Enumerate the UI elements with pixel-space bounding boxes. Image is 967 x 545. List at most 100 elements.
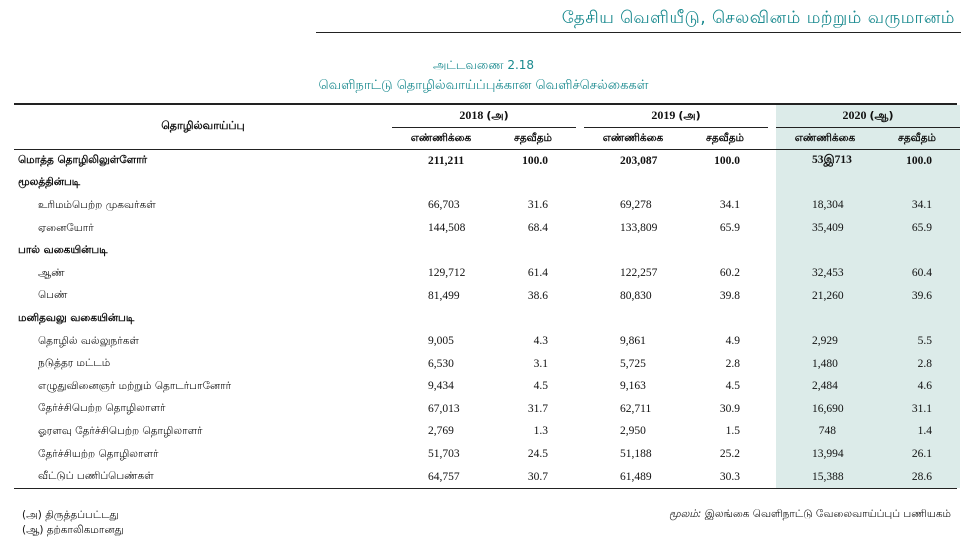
cell-count bbox=[584, 239, 682, 262]
cell-count: 80,830 bbox=[620, 289, 652, 302]
cell-percent: 4.5 bbox=[533, 380, 548, 393]
section-label: பால் வகையின்படி bbox=[18, 244, 108, 257]
table-row: வீட்டுப் பணிப்பெண்கள் 64,757 30.7 61,489 30.… bbox=[14, 465, 960, 488]
cell-percent: 68.4 bbox=[527, 222, 548, 235]
cell-percent: 3.1 bbox=[533, 357, 548, 370]
cell-count: 5,725 bbox=[620, 357, 646, 370]
footnotes: (அ) திருத்தப்பட்டது (ஆ) தற்காலிகமானது bbox=[22, 508, 124, 538]
cell-count: 35,409 bbox=[776, 216, 874, 240]
row-label: எழுதுவினைஞர் மற்றும் தொடர்பானோர் bbox=[38, 379, 232, 392]
year-2020: 2020 bbox=[842, 107, 867, 122]
cell-percent: 31.6 bbox=[527, 199, 548, 212]
cell-percent bbox=[490, 239, 576, 262]
year-header-2020: 2020 (ஆ) bbox=[776, 105, 960, 128]
cell-count: 13,994 bbox=[776, 442, 874, 466]
cell-count bbox=[584, 172, 682, 195]
table-bottom-rule bbox=[14, 487, 957, 489]
cell-count: 69,278 bbox=[620, 199, 652, 212]
table-row: ஆண் 129,712 61.4 122,257 60.2 32,453 60.4 bbox=[14, 261, 960, 285]
subheader-percent-2019: சதவீதம் bbox=[682, 127, 768, 150]
cell-count: 62,711 bbox=[620, 402, 652, 415]
table-row: தேர்ச்சிபெற்ற தொழிலாளர் 67,013 31.7 62,711 3… bbox=[14, 397, 960, 421]
cell-count: 51,188 bbox=[620, 448, 652, 461]
cell-percent: 30.9 bbox=[719, 402, 740, 415]
cell-count: 2,484 bbox=[776, 374, 874, 398]
cell-percent: 39.6 bbox=[874, 284, 960, 308]
cell-count: 61,489 bbox=[620, 470, 652, 483]
year-2018: 2018 bbox=[459, 107, 484, 122]
cell-percent: 31.1 bbox=[874, 397, 960, 421]
cell-count: 67,013 bbox=[428, 402, 460, 415]
cell-percent: 38.6 bbox=[527, 289, 548, 302]
row-label: உரிமம்பெற்ற முகவர்கள் bbox=[38, 198, 156, 211]
cell-percent: 1.5 bbox=[725, 425, 740, 438]
cell-percent: 100.0 bbox=[874, 149, 960, 172]
cell-percent bbox=[682, 307, 768, 330]
cell-percent: 65.9 bbox=[719, 222, 740, 235]
section-row: மூலத்தின்படி bbox=[14, 171, 960, 195]
cell-percent bbox=[874, 171, 960, 195]
table-row: நடுத்தர மட்டம் 6,530 3.1 5,725 2.8 1,480 2.8 bbox=[14, 352, 960, 375]
subheader-count-2018: எண்ணிக்கை bbox=[392, 127, 490, 150]
cell-percent: 4.5 bbox=[725, 380, 740, 393]
cell-count: 211,211 bbox=[428, 154, 465, 167]
cell-count: 203,087 bbox=[620, 154, 658, 167]
cell-percent: 1.4 bbox=[874, 420, 960, 443]
year-2019: 2019 bbox=[651, 107, 676, 122]
cell-percent bbox=[682, 239, 768, 262]
cell-count: 64,757 bbox=[428, 470, 460, 483]
cell-count bbox=[776, 171, 874, 195]
cell-percent: 4.3 bbox=[533, 335, 548, 348]
cell-percent: 39.8 bbox=[719, 289, 740, 302]
cell-count: 32,453 bbox=[776, 261, 874, 285]
chapter-title: தேசிய வெளியீடு, செலவினம் மற்றும் வருமானம… bbox=[561, 8, 955, 28]
row-label: மொத்த தொழிலிலுள்ளோர் bbox=[18, 154, 148, 167]
cell-percent: 61.4 bbox=[527, 267, 548, 280]
cell-count: 16,690 bbox=[776, 397, 874, 421]
header-divider bbox=[316, 32, 961, 33]
subheader-percent-2020: சதவீதம் bbox=[874, 127, 960, 150]
section-row: பால் வகையின்படி bbox=[14, 239, 960, 262]
outflow-table: தொழில்வாய்ப்பு 2018 (அ) 2019 (அ) 2020 (ஆ… bbox=[14, 105, 960, 488]
table-title: வெளிநாட்டு தொழில்வாய்ப்புக்கான வெளிச்செல… bbox=[318, 78, 649, 93]
cell-count: 1,480 bbox=[776, 352, 874, 375]
row-label: ஏனையோர் bbox=[38, 221, 94, 234]
cell-count: 9,434 bbox=[428, 380, 454, 393]
cell-percent: 60.4 bbox=[874, 261, 960, 285]
table-row: தேர்ச்சியற்ற தொழிலாளர் 51,703 24.5 51,188 25… bbox=[14, 442, 960, 466]
table-row: தொழில் வல்லுநர்கள் 9,005 4.3 9,861 4.9 2,929 5… bbox=[14, 329, 960, 353]
cell-count: 122,257 bbox=[620, 267, 658, 280]
cell-count: 144,508 bbox=[428, 222, 466, 235]
year-2018-note: (அ) bbox=[486, 108, 509, 122]
source-text: இலங்கை வெளிநாட்டு வேலைவாய்ப்புப் பணியகம் bbox=[704, 508, 951, 520]
section-label: மனிதவலு வகையின்படி bbox=[18, 311, 135, 324]
cell-percent: 24.5 bbox=[527, 448, 548, 461]
cell-percent: 28.6 bbox=[874, 465, 960, 488]
row-label: தேர்ச்சிபெற்ற தொழிலாளர் bbox=[38, 402, 166, 415]
total-row: மொத்த தொழிலிலுள்ளோர் 211,211 100.0 203,087 1… bbox=[14, 149, 960, 172]
cell-count: 21,260 bbox=[776, 284, 874, 308]
cell-percent bbox=[490, 307, 576, 330]
row-label: தேர்ச்சியற்ற தொழிலாளர் bbox=[38, 447, 159, 460]
subheader-count-2020: எண்ணிக்கை bbox=[776, 127, 874, 150]
cell-percent bbox=[874, 239, 960, 262]
cell-count: 2,929 bbox=[776, 329, 874, 353]
section-label: மூலத்தின்படி bbox=[18, 176, 81, 189]
year-header-2019: 2019 (அ) bbox=[584, 105, 768, 128]
year-header-2018: 2018 (அ) bbox=[392, 105, 576, 128]
cell-percent: 60.2 bbox=[719, 267, 740, 280]
year-2020-note: (ஆ) bbox=[869, 108, 894, 122]
cell-count bbox=[776, 239, 874, 262]
table-number: அட்டவணை 2.18 bbox=[432, 58, 535, 72]
cell-count: 53இ713 bbox=[776, 149, 874, 172]
cell-percent: 31.7 bbox=[527, 402, 548, 415]
subheader-count-2019: எண்ணிக்கை bbox=[584, 127, 682, 150]
table-row: எழுதுவினைஞர் மற்றும் தொடர்பானோர் 9,434 4.5… bbox=[14, 374, 960, 398]
data-table-container: தொழில்வாய்ப்பு 2018 (அ) 2019 (அ) 2020 (ஆ… bbox=[14, 103, 960, 489]
cell-count bbox=[392, 307, 490, 330]
row-label: ஆண் bbox=[38, 266, 65, 279]
cell-percent: 30.3 bbox=[719, 470, 740, 483]
table-row: பெண் 81,499 38.6 80,830 39.8 21,260 39.6 bbox=[14, 284, 960, 308]
cell-count bbox=[392, 172, 490, 195]
column-header-employment: தொழில்வாய்ப்பு bbox=[14, 105, 392, 150]
